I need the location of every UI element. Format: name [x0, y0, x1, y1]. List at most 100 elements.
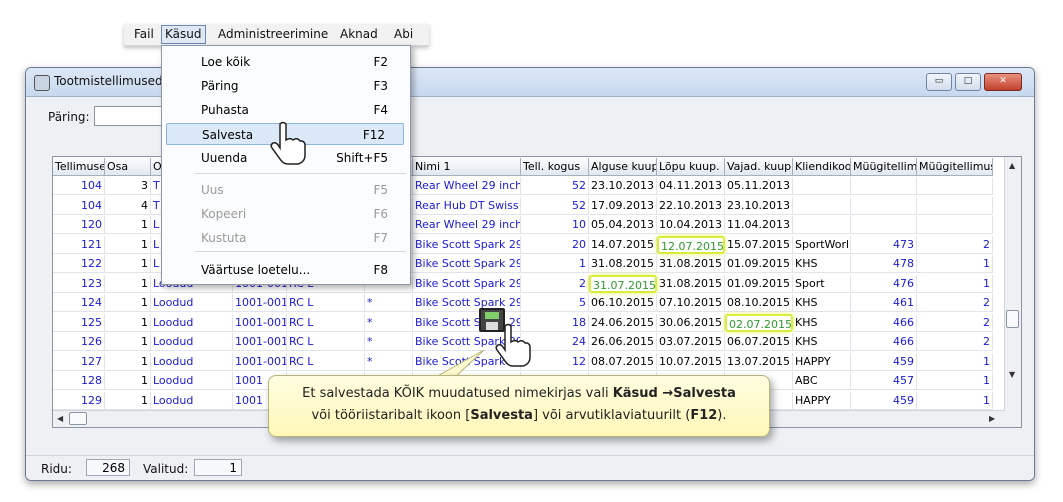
table-cell[interactable]: 12.07.2015 [657, 235, 725, 254]
table-cell[interactable]: RC L [287, 333, 365, 351]
table-cell[interactable]: 3 [105, 177, 151, 195]
table-cell[interactable]: SportWorl [793, 235, 851, 254]
table-cell[interactable]: 478 [851, 255, 917, 273]
table-cell[interactable]: 2 [521, 274, 589, 293]
table-cell[interactable]: 31.08.2015 [589, 255, 657, 273]
table-cell[interactable] [851, 177, 917, 195]
table-cell[interactable]: 08.07.2015 [589, 352, 657, 371]
table-cell[interactable]: Loodud [151, 294, 233, 312]
table-cell[interactable]: 104 [53, 196, 105, 215]
table-cell[interactable]: 10.07.2015 [657, 352, 725, 371]
close-button[interactable]: ✕ [984, 73, 1022, 91]
table-cell[interactable]: 1 [917, 391, 993, 410]
table-cell[interactable]: 2 [917, 313, 993, 332]
scroll-right-icon[interactable]: ▶ [989, 414, 995, 423]
table-cell[interactable]: Loodud [151, 333, 233, 351]
vertical-scrollbar[interactable]: ▲ ▼ [1004, 157, 1021, 427]
table-cell[interactable]: * [365, 294, 413, 312]
table-cell[interactable]: KHS [793, 294, 851, 312]
table-cell[interactable]: Rear Hub DT Swiss X [413, 196, 521, 215]
table-cell[interactable]: 473 [851, 235, 917, 254]
table-cell[interactable]: KHS [793, 313, 851, 332]
table-cell[interactable]: 120 [53, 216, 105, 234]
table-cell[interactable] [917, 216, 993, 234]
column-header[interactable]: Osa [105, 158, 151, 176]
column-header[interactable]: Alguse kuup [589, 158, 657, 176]
table-cell[interactable]: 05.11.2013 [725, 177, 793, 195]
table-cell[interactable]: 1 [105, 274, 151, 293]
table-cell[interactable]: 1 [105, 216, 151, 234]
maximize-button[interactable]: □ [955, 73, 981, 91]
table-cell[interactable]: Rear Wheel 29 inch [413, 177, 521, 195]
table-cell[interactable]: 123 [53, 274, 105, 293]
table-cell[interactable]: 23.10.2013 [725, 196, 793, 215]
table-cell[interactable]: 104 [53, 177, 105, 195]
table-cell[interactable]: 31.07.2015 [589, 274, 657, 293]
table-cell[interactable]: * [365, 313, 413, 332]
column-header[interactable]: Lõpu kuup. [657, 158, 725, 176]
table-cell[interactable]: 461 [851, 294, 917, 312]
column-header[interactable]: Vajad. kuup. [725, 158, 793, 176]
table-cell[interactable]: 10 [521, 216, 589, 234]
table-cell[interactable]: 20 [521, 235, 589, 254]
menu-administreerimine[interactable]: Administreerimine [218, 27, 328, 41]
table-cell[interactable]: 1 [105, 352, 151, 371]
table-cell[interactable]: 01.09.2015 [725, 274, 793, 293]
table-cell[interactable]: Bike Scott Spark 29 [413, 235, 521, 254]
table-cell[interactable]: 466 [851, 313, 917, 332]
table-cell[interactable]: HAPPY [793, 391, 851, 410]
column-header[interactable]: Nimi 1 [413, 158, 521, 176]
table-cell[interactable]: 1001-001 [233, 313, 287, 332]
table-cell[interactable]: 1001-001 [233, 352, 287, 371]
table-cell[interactable]: KHS [793, 333, 851, 351]
table-cell[interactable]: 1 [105, 333, 151, 351]
column-header[interactable]: Kliendikood [793, 158, 851, 176]
table-cell[interactable]: * [365, 333, 413, 351]
table-cell[interactable]: RC L [287, 313, 365, 332]
table-cell[interactable]: 476 [851, 274, 917, 293]
column-header[interactable]: Müügitellimus [917, 158, 993, 176]
table-cell[interactable]: Loodud [151, 391, 233, 410]
table-cell[interactable] [851, 196, 917, 215]
table-cell[interactable]: 01.09.2015 [725, 255, 793, 273]
table-cell[interactable]: 1 [105, 391, 151, 410]
table-cell[interactable]: 30.06.2015 [657, 313, 725, 332]
table-cell[interactable]: 31.08.2015 [657, 255, 725, 273]
table-cell[interactable]: 4 [105, 196, 151, 215]
table-cell[interactable]: 08.10.2015 [725, 294, 793, 312]
table-cell[interactable]: 23.10.2013 [589, 177, 657, 195]
scroll-left-icon[interactable]: ◀ [57, 414, 63, 423]
table-cell[interactable]: 1 [105, 372, 151, 390]
table-cell[interactable]: 17.09.2013 [589, 196, 657, 215]
menu-item-loe-kõik[interactable]: Loe kõik F2 [162, 51, 410, 73]
table-cell[interactable] [917, 177, 993, 195]
scroll-down-icon[interactable]: ▼ [1009, 370, 1015, 379]
table-cell[interactable]: 1 [917, 274, 993, 293]
table-cell[interactable]: 124 [53, 294, 105, 312]
table-cell[interactable]: Bike Scott Spark 29 [413, 255, 521, 273]
table-cell[interactable]: 5 [521, 294, 589, 312]
table-cell[interactable]: 26.06.2015 [589, 333, 657, 351]
search-input[interactable] [94, 106, 166, 126]
table-cell[interactable]: 11.04.2013 [725, 216, 793, 234]
table-cell[interactable]: 459 [851, 352, 917, 371]
table-cell[interactable]: 459 [851, 391, 917, 410]
table-cell[interactable]: 13.07.2015 [725, 352, 793, 371]
menu-abi[interactable]: Abi [394, 27, 413, 41]
table-cell[interactable]: 15.07.2015 [725, 235, 793, 254]
table-cell[interactable]: 07.10.2015 [657, 294, 725, 312]
column-header[interactable]: Müügitellimus [851, 158, 917, 176]
table-cell[interactable]: 125 [53, 313, 105, 332]
table-cell[interactable] [793, 177, 851, 195]
table-cell[interactable]: 52 [521, 196, 589, 215]
menu-aknad[interactable]: Aknad [340, 27, 378, 41]
menu-item-puhasta[interactable]: Puhasta F4 [162, 99, 410, 121]
minimize-button[interactable]: ▭ [926, 73, 952, 91]
table-cell[interactable]: 466 [851, 333, 917, 351]
column-header[interactable]: Tell. kogus [521, 158, 589, 176]
table-cell[interactable]: 122 [53, 255, 105, 273]
table-cell[interactable]: 03.07.2015 [657, 333, 725, 351]
horizontal-scroll-thumb[interactable] [69, 412, 87, 425]
table-cell[interactable]: 2 [917, 235, 993, 254]
table-cell[interactable]: HAPPY [793, 352, 851, 371]
